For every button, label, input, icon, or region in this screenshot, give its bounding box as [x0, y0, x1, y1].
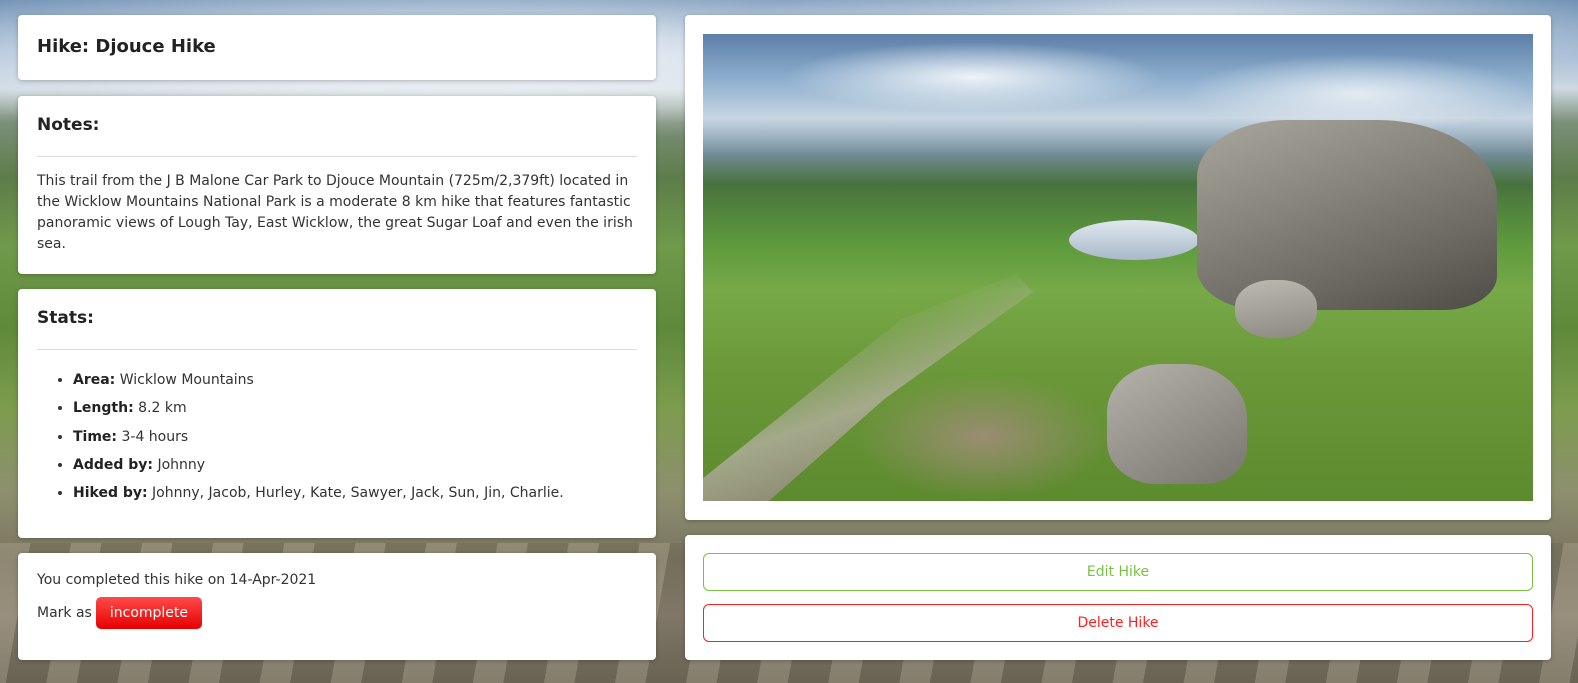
stat-value: 3-4 hours [117, 428, 189, 445]
stat-label: Time: [73, 428, 118, 445]
stat-added-by: Added by: Johnny [73, 455, 637, 475]
edit-hike-button[interactable]: Edit Hike [703, 553, 1533, 591]
stat-value: Johnny [153, 456, 206, 473]
photo-dirt [853, 374, 1113, 501]
mark-as-row: Mark as incomplete [37, 597, 637, 629]
stat-label: Hiked by: [73, 485, 148, 502]
stat-label: Area: [73, 372, 116, 389]
photo-card [685, 15, 1551, 520]
notes-text: This trail from the J B Malone Car Park … [37, 173, 633, 253]
mark-incomplete-button[interactable]: incomplete [95, 597, 203, 629]
completion-card: You completed this hike on 14-Apr-2021 M… [18, 553, 656, 660]
photo-lake [1069, 220, 1199, 260]
stat-value: Johnny, Jacob, Hurley, Kate, Sawyer, Jac… [147, 485, 564, 502]
photo-memorial-stone [1235, 280, 1317, 338]
stat-value: 8.2 km [133, 400, 187, 417]
page-title: Hike: Djouce Hike [37, 36, 216, 57]
title-card: Hike: Djouce Hike [18, 15, 656, 80]
stat-value: Wicklow Mountains [115, 372, 254, 389]
notes-card: Notes: This trail from the J B Malone Ca… [18, 96, 656, 274]
photo-cloud [783, 42, 1163, 112]
delete-hike-button[interactable]: Delete Hike [703, 604, 1533, 642]
stat-area: Area: Wicklow Mountains [73, 370, 637, 390]
stats-heading: Stats: [37, 308, 94, 328]
stats-list: Area: Wicklow Mountains Length: 8.2 km T… [37, 370, 637, 503]
notes-heading: Notes: [37, 115, 100, 135]
mark-as-label: Mark as [37, 605, 92, 621]
photo-rock [1107, 364, 1247, 484]
notes-divider [37, 156, 637, 158]
stats-card: Stats: Area: Wicklow Mountains Length: 8… [18, 289, 656, 538]
stat-length: Length: 8.2 km [73, 398, 637, 418]
photo-boulder [1197, 120, 1497, 310]
actions-card: Edit Hike Delete Hike [685, 535, 1551, 660]
stats-divider [37, 349, 637, 351]
hike-photo [703, 34, 1533, 501]
stat-label: Added by: [73, 456, 154, 473]
stat-time: Time: 3-4 hours [73, 427, 637, 447]
stat-label: Length: [73, 400, 134, 417]
completion-message: You completed this hike on 14-Apr-2021 [37, 572, 317, 588]
stat-hiked-by: Hiked by: Johnny, Jacob, Hurley, Kate, S… [73, 483, 637, 503]
